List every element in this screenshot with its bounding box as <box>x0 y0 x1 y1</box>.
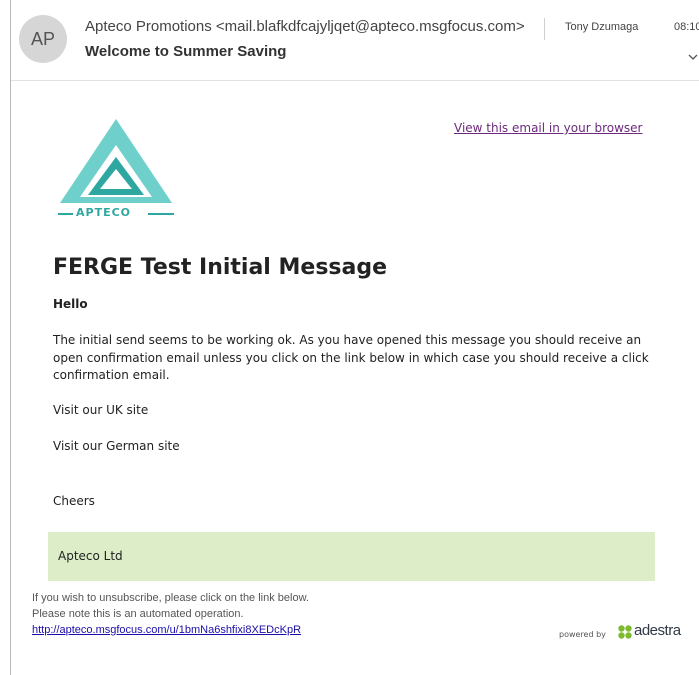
logo-rule-left <box>58 213 73 215</box>
received-time: 08:10 <box>674 21 699 33</box>
sender-avatar[interactable]: AP <box>19 15 67 63</box>
company-name: Apteco Ltd <box>58 549 123 563</box>
body-paragraph: The initial send seems to be working ok.… <box>53 333 649 382</box>
powered-by-label: powered by <box>559 630 606 639</box>
unsubscribe-link[interactable]: http://apteco.msgfocus.com/u/1bmNa6shfix… <box>32 624 301 636</box>
view-in-browser-link[interactable]: View this email in your browser <box>454 121 642 135</box>
recipient-name[interactable]: Tony Dzumaga <box>565 21 638 33</box>
uk-site-link[interactable]: Visit our UK site <box>53 403 148 417</box>
email-header: AP Apteco Promotions <mail.blafkdfcajylj… <box>11 0 699 81</box>
automated-note: Please note this is an automated operati… <box>32 608 244 620</box>
german-site-link[interactable]: Visit our German site <box>53 439 180 453</box>
logo-rule-right <box>148 213 174 215</box>
email-title: FERGE Test Initial Message <box>53 255 388 280</box>
window-frame-border <box>10 0 11 675</box>
unsubscribe-note: If you wish to unsubscribe, please click… <box>32 592 309 604</box>
sender-address[interactable]: Apteco Promotions <mail.blafkdfcajyljqet… <box>85 18 525 35</box>
chevron-down-icon[interactable] <box>687 52 699 62</box>
greeting: Hello <box>53 297 88 311</box>
logo-wordmark: APTECO <box>76 206 132 219</box>
header-divider <box>544 18 545 40</box>
company-footer-band: Apteco Ltd <box>48 532 655 581</box>
adestra-logo-icon <box>618 625 632 639</box>
email-subject: Welcome to Summer Saving <box>85 43 287 60</box>
signoff: Cheers <box>53 494 95 508</box>
adestra-brand: adestra <box>634 622 681 639</box>
